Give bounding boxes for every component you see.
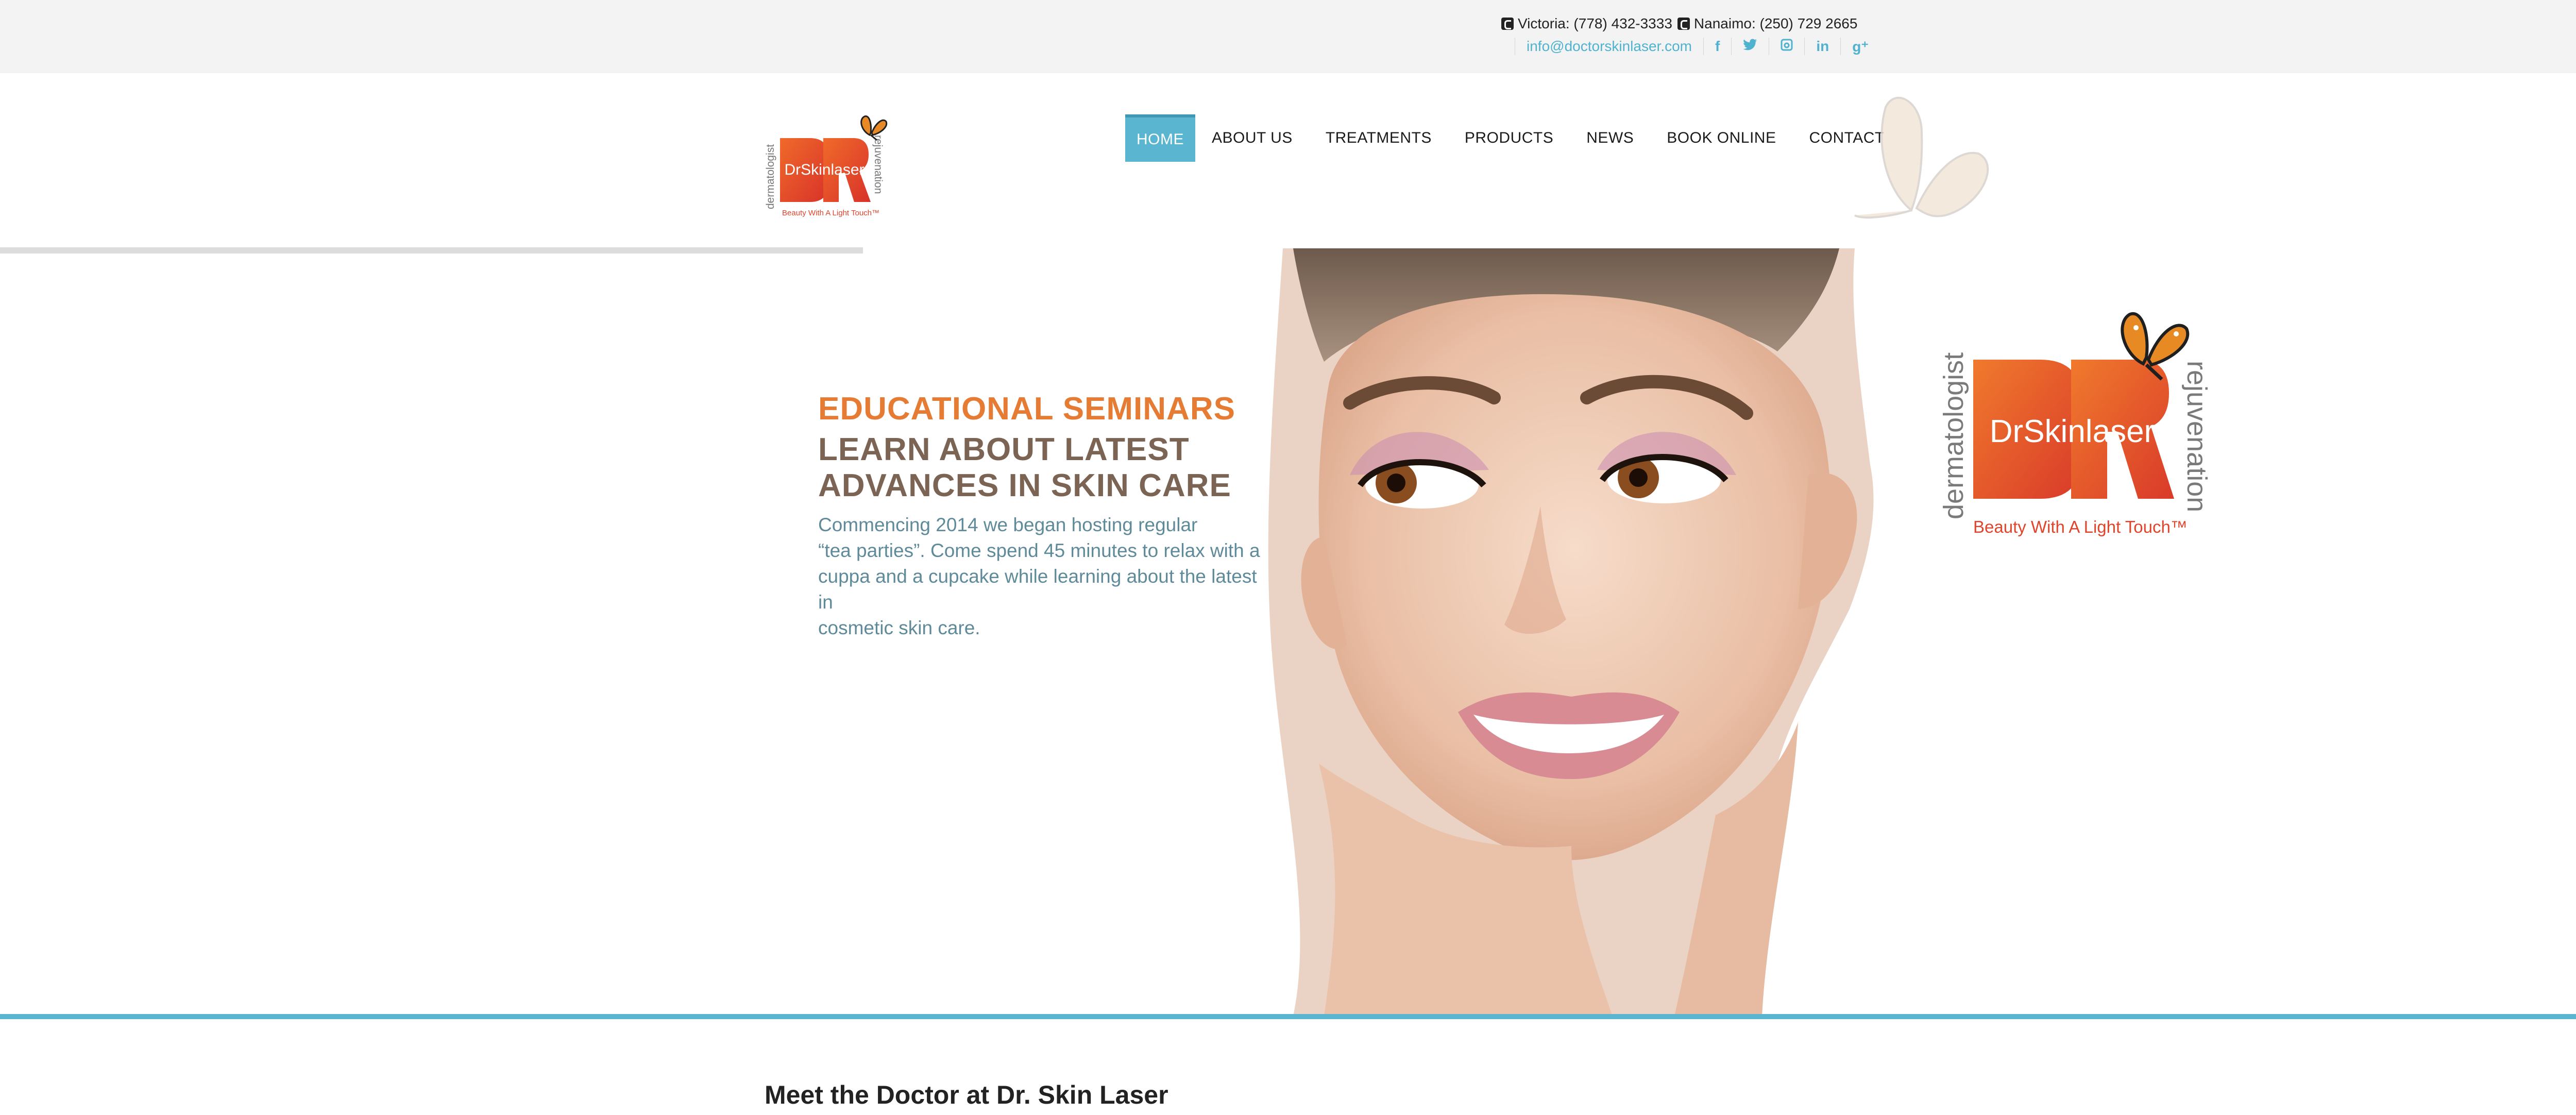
nav-item-treatments[interactable]: TREATMENTS (1309, 114, 1448, 162)
nav-item-about-us[interactable]: ABOUT US (1195, 114, 1309, 162)
nav-item-news[interactable]: NEWS (1570, 114, 1650, 162)
svg-text:DrSkinlaser: DrSkinlaser (1990, 414, 2155, 449)
hero-title: LEARN ABOUT LATEST ADVANCES IN SKIN CARE (818, 432, 1272, 504)
email-link[interactable]: info@doctorskinlaser.com (1527, 38, 1692, 55)
svg-text:rejuvenation: rejuvenation (872, 135, 884, 194)
hero-text-block: EDUCATIONAL SEMINARS LEARN ABOUT LATEST … (818, 391, 1272, 641)
twitter-icon[interactable] (1743, 38, 1757, 55)
hero-description-line: “tea parties”. Come spend 45 minutes to … (818, 540, 1260, 561)
hero-portrait (1252, 248, 1922, 1016)
divider (1840, 38, 1841, 55)
svg-text:DrSkinlaser: DrSkinlaser (784, 161, 864, 178)
google-plus-icon[interactable]: g⁺ (1852, 38, 1869, 55)
phone-numbers: Victoria: (778) 432-3333 Nanaimo: (250) … (1501, 15, 1857, 32)
nanaimo-phone[interactable]: Nanaimo: (250) 729 2665 (1694, 15, 1858, 32)
hero-title-line: LEARN ABOUT LATEST (818, 432, 1190, 467)
phone-icon (1501, 18, 1514, 30)
linkedin-icon[interactable]: in (1816, 38, 1829, 55)
hero-kicker: EDUCATIONAL SEMINARS (818, 391, 1235, 427)
top-bar: Victoria: (778) 432-3333 Nanaimo: (250) … (0, 0, 2576, 73)
hero-description-line: cuppa and a cupcake while learning about… (818, 566, 1257, 613)
header-divider (0, 247, 863, 254)
instagram-icon[interactable] (1781, 38, 1793, 55)
svg-text:Beauty With A Light Touch™: Beauty With A Light Touch™ (782, 209, 879, 217)
email-social-row: info@doctorskinlaser.com f in g⁺ (1503, 37, 1869, 56)
nav-item-products[interactable]: PRODUCTS (1448, 114, 1570, 162)
meet-doctor-heading: Meet the Doctor at Dr. Skin Laser (765, 1080, 1168, 1109)
divider (1731, 38, 1732, 55)
divider (1804, 38, 1805, 55)
svg-text:rejuvenation: rejuvenation (2181, 361, 2212, 512)
hero-description: Commencing 2014 we began hosting regular… (818, 512, 1272, 641)
main-nav: HOME ABOUT US TREATMENTS PRODUCTS NEWS B… (1125, 114, 1901, 162)
hero-bottom-border (0, 1014, 2576, 1019)
svg-text:dermatologist: dermatologist (765, 144, 776, 209)
hero-logo: DrSkinlaser dermatologist rejuvenation B… (1932, 288, 2226, 545)
svg-text:Beauty With A Light Touch™: Beauty With A Light Touch™ (1973, 517, 2188, 536)
hero-title-line: ADVANCES IN SKIN CARE (818, 468, 1231, 503)
victoria-phone[interactable]: Victoria: (778) 432-3333 (1518, 15, 1672, 32)
phone-icon (1677, 18, 1690, 30)
hero-description-line: Commencing 2014 we began hosting regular (818, 514, 1198, 535)
nav-item-home[interactable]: HOME (1125, 114, 1195, 162)
svg-text:dermatologist: dermatologist (1938, 352, 1969, 519)
facebook-icon[interactable]: f (1715, 38, 1720, 55)
site-logo[interactable]: DrSkinlaser dermatologist rejuvenation B… (762, 101, 896, 225)
nav-item-book-online[interactable]: BOOK ONLINE (1650, 114, 1792, 162)
hero-description-line: cosmetic skin care. (818, 617, 980, 638)
butterfly-watermark-icon (1834, 87, 2025, 236)
divider (1703, 38, 1704, 55)
